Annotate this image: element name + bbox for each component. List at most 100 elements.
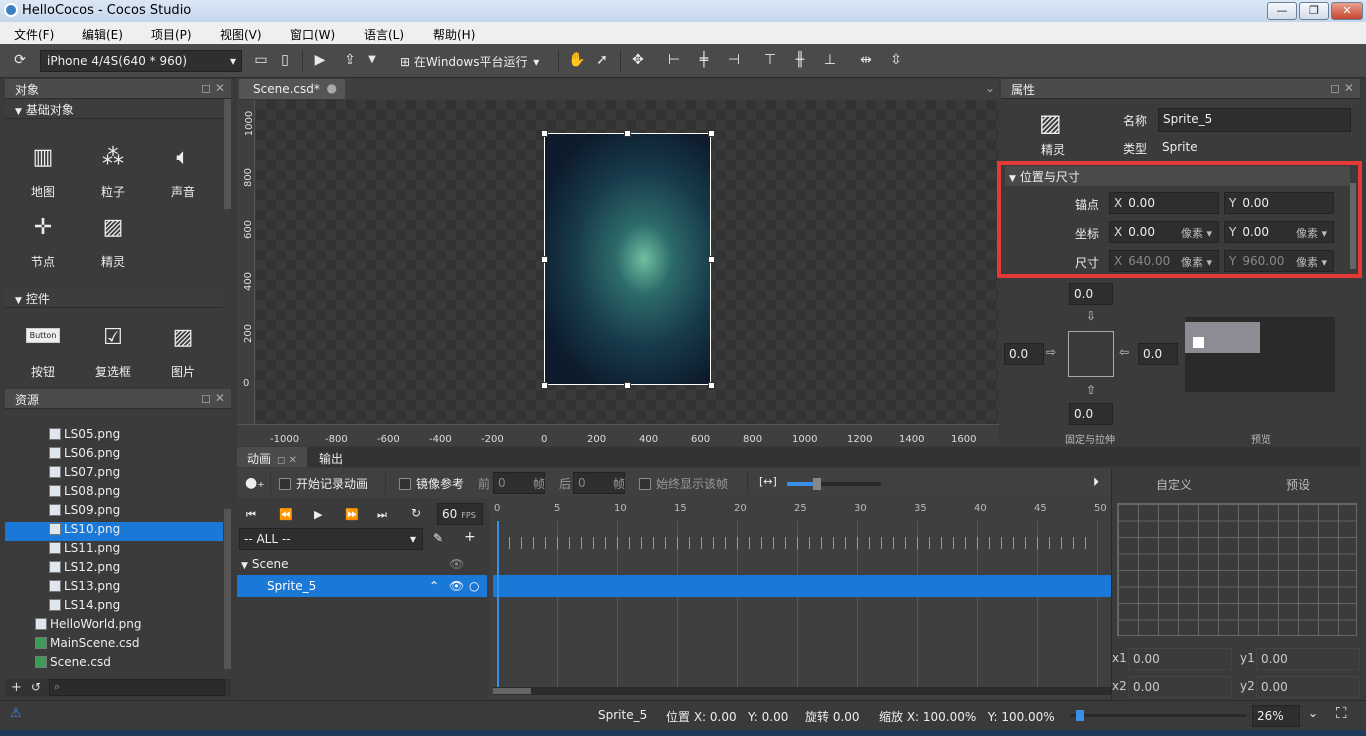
- zoom-slider[interactable]: [1070, 710, 1246, 721]
- resize-handle[interactable]: [541, 256, 548, 263]
- file-item[interactable]: LS09.png: [5, 503, 223, 522]
- play-animation-icon[interactable]: ▶: [314, 508, 322, 521]
- file-item[interactable]: LS06.png: [5, 446, 223, 465]
- publish-icon[interactable]: ⇪: [340, 52, 360, 68]
- zoom-input[interactable]: 26%: [1252, 705, 1300, 727]
- close-button[interactable]: ✕: [1331, 2, 1363, 20]
- file-item[interactable]: LS10.png: [5, 522, 223, 541]
- tab-custom-easing[interactable]: 自定义: [1156, 476, 1192, 493]
- publish-dropdown-icon[interactable]: ▼: [362, 54, 382, 65]
- objects-scrollbar[interactable]: [224, 99, 231, 209]
- pin-top-icon[interactable]: ⇩: [1086, 309, 1096, 323]
- properties-scrollbar[interactable]: [1350, 183, 1356, 269]
- menu-language[interactable]: 语言(L): [364, 26, 404, 43]
- filter-select[interactable]: -- ALL -- ▾: [239, 528, 423, 550]
- play-range-icon[interactable]: ⏵: [1093, 475, 1099, 490]
- file-item[interactable]: LS12.png: [5, 560, 223, 579]
- stretch-box[interactable]: [1068, 331, 1114, 377]
- align-right-icon[interactable]: ⊣: [724, 52, 744, 68]
- minimize-button[interactable]: —: [1267, 2, 1297, 20]
- landscape-icon[interactable]: ▭: [251, 52, 271, 68]
- file-item[interactable]: Scene.csd: [5, 655, 223, 674]
- file-item[interactable]: LS05.png: [5, 427, 223, 446]
- run-target-select[interactable]: ⊞ 在Windows平台运行 ▾: [396, 50, 552, 72]
- loop-icon[interactable]: ↻: [411, 506, 421, 520]
- file-item[interactable]: LS14.png: [5, 598, 223, 617]
- menu-project[interactable]: 项目(P): [151, 26, 192, 43]
- device-select[interactable]: iPhone 4/4S(640 * 960) ▾: [40, 50, 242, 72]
- first-frame-icon[interactable]: ⏮: [246, 508, 256, 522]
- control-button[interactable]: Button 按钮: [13, 325, 73, 380]
- menu-view[interactable]: 视图(V): [220, 26, 262, 43]
- easing-curve-grid[interactable]: [1117, 503, 1357, 636]
- name-input[interactable]: Sprite_5: [1158, 108, 1351, 132]
- always-show-frame-checkbox[interactable]: 始终显示该帧: [639, 475, 728, 492]
- align-left-icon[interactable]: ⊢: [664, 52, 684, 68]
- edit-icon[interactable]: ✎: [433, 531, 443, 545]
- next-frame-icon[interactable]: ⏩: [345, 508, 359, 521]
- tab-preset-easing[interactable]: 预设: [1286, 476, 1310, 493]
- chevron-down-icon[interactable]: ⌄: [985, 81, 995, 95]
- x1-input[interactable]: 0.00: [1128, 648, 1232, 670]
- resize-handle[interactable]: [624, 382, 631, 389]
- menu-help[interactable]: 帮助(H): [433, 26, 475, 43]
- file-item[interactable]: LS07.png: [5, 465, 223, 484]
- menu-window[interactable]: 窗口(W): [290, 26, 335, 43]
- tree-item-scene[interactable]: ▼ Scene 👁︎: [237, 554, 487, 574]
- controls-header[interactable]: ▼ 控件: [5, 288, 223, 308]
- stretch-top-input[interactable]: 0.0: [1069, 283, 1113, 305]
- stretch-bottom-input[interactable]: 0.0: [1069, 403, 1113, 425]
- tab-animation[interactable]: 动画 ◻ ✕: [237, 447, 307, 467]
- resources-scrollbar[interactable]: [224, 509, 231, 669]
- align-top-icon[interactable]: ⊤: [760, 52, 780, 68]
- hand-tool-icon[interactable]: ✋: [567, 52, 587, 68]
- tab-dot-icon[interactable]: ●: [327, 81, 337, 95]
- control-image[interactable]: ▨ 图片: [153, 325, 213, 380]
- resize-handle[interactable]: [708, 256, 715, 263]
- fit-screen-icon[interactable]: ⛶: [1336, 704, 1347, 722]
- object-sound[interactable]: 🔈︎ 声音: [153, 145, 213, 200]
- record-animation-checkbox[interactable]: 开始记录动画: [279, 475, 368, 492]
- file-item[interactable]: MainScene.csd: [5, 636, 223, 655]
- menu-edit[interactable]: 编辑(E): [82, 26, 123, 43]
- mirror-reference-checkbox[interactable]: 镜像参考: [399, 475, 464, 492]
- control-checkbox[interactable]: ☑ 复选框: [83, 325, 143, 380]
- play-icon[interactable]: ▶: [310, 52, 330, 68]
- visibility-icon[interactable]: 👁︎: [449, 557, 464, 571]
- pin-bottom-icon[interactable]: ⇧: [1086, 383, 1096, 397]
- object-map[interactable]: ▥ 地图: [13, 145, 73, 200]
- zoom-dropdown-icon[interactable]: ⌄: [1308, 706, 1318, 720]
- sprite-5-image[interactable]: [544, 133, 711, 385]
- add-icon[interactable]: +: [11, 680, 22, 695]
- add-icon[interactable]: +: [464, 529, 476, 545]
- zoom-fit-icon[interactable]: [↔]: [759, 475, 777, 488]
- stretch-left-input[interactable]: 0.0: [1004, 343, 1044, 365]
- select-tool-icon[interactable]: ➚: [592, 52, 612, 68]
- distribute-h-icon[interactable]: ⇹: [856, 52, 876, 68]
- fps-input[interactable]: 60 FPS: [437, 503, 483, 525]
- distribute-v-icon[interactable]: ⇳: [886, 52, 906, 68]
- align-center-v-icon[interactable]: ╫: [790, 52, 810, 68]
- file-item[interactable]: HelloWorld.png: [5, 617, 223, 636]
- resize-handle[interactable]: [541, 130, 548, 137]
- tab-scene[interactable]: Scene.csd* ●: [239, 79, 345, 99]
- object-node[interactable]: ✛ 节点: [13, 215, 73, 270]
- panel-pin-icon[interactable]: ◻ ✕: [201, 391, 225, 405]
- refresh-icon[interactable]: ↺: [31, 680, 41, 694]
- file-item[interactable]: LS13.png: [5, 579, 223, 598]
- portrait-icon[interactable]: ▯: [275, 52, 295, 68]
- add-keyframe-icon[interactable]: ●₊: [245, 475, 265, 491]
- stretch-right-input[interactable]: 0.0: [1138, 343, 1178, 365]
- tab-output[interactable]: 输出: [309, 447, 359, 467]
- panel-pin-icon[interactable]: ◻ ✕: [1330, 81, 1354, 95]
- object-particle[interactable]: ⁂ 粒子: [83, 145, 143, 200]
- object-sprite[interactable]: ▨ 精灵: [83, 215, 143, 270]
- align-bottom-icon[interactable]: ⊥: [820, 52, 840, 68]
- device-rotate-icon[interactable]: ⟳: [10, 52, 30, 68]
- resource-search-input[interactable]: ⌕: [49, 679, 225, 696]
- timeline-scrollbar[interactable]: [493, 687, 1111, 695]
- basic-objects-header[interactable]: ▼ 基础对象: [5, 99, 231, 119]
- playhead[interactable]: [497, 521, 499, 687]
- align-center-h-icon[interactable]: ╪: [694, 52, 714, 68]
- scene-canvas[interactable]: [256, 100, 998, 424]
